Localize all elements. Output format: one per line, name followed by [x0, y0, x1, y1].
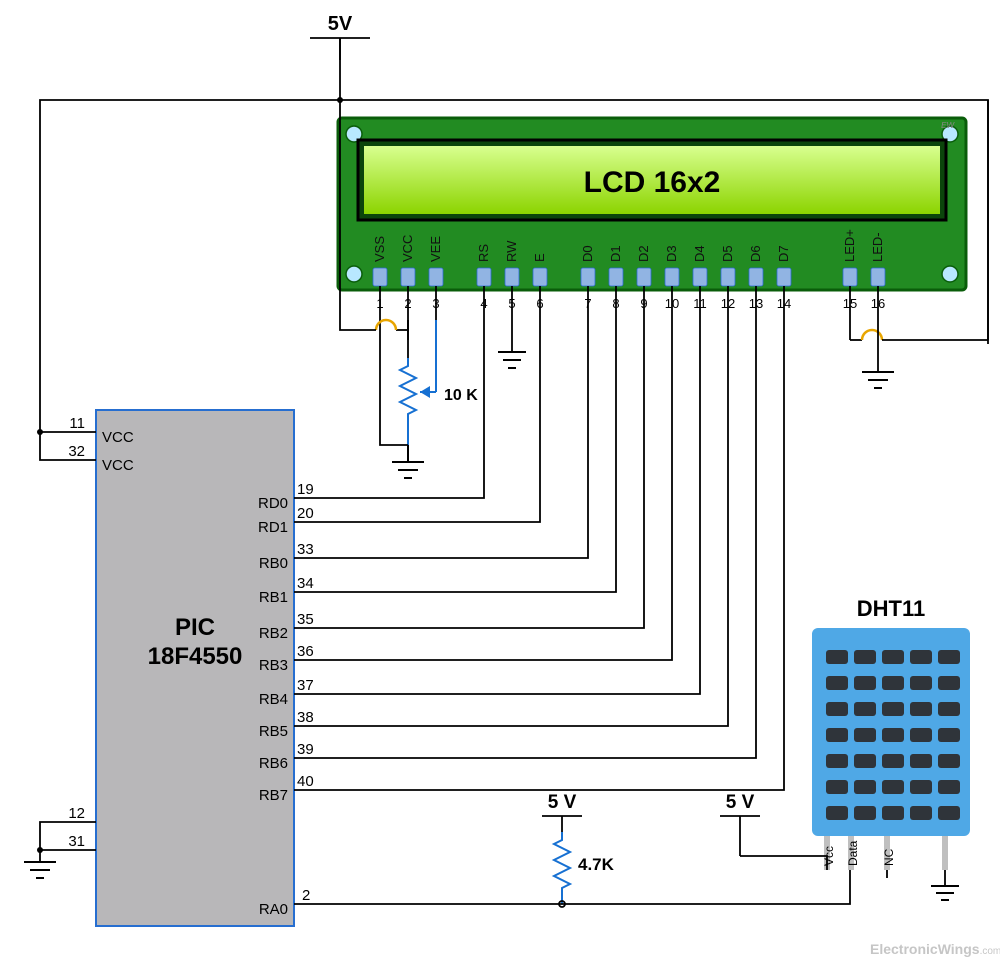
net-dht-data — [320, 870, 850, 907]
svg-text:RB3: RB3 — [259, 657, 288, 674]
svg-text:34: 34 — [297, 575, 314, 592]
svg-text:E: E — [532, 253, 547, 262]
lcd-module: LCD 16x2 EW — [338, 118, 966, 290]
svg-text:5V: 5V — [328, 13, 353, 35]
svg-text:D6: D6 — [748, 245, 763, 262]
svg-text:35: 35 — [297, 611, 314, 628]
svg-text:D5: D5 — [720, 245, 735, 262]
lcd-text: LCD 16x2 — [584, 166, 721, 199]
svg-text:RW: RW — [504, 240, 519, 262]
svg-text:VSS: VSS — [372, 236, 387, 262]
svg-text:NC: NC — [882, 848, 896, 866]
net-dht-vcc — [740, 856, 827, 870]
pin-num-11: 11 — [69, 415, 85, 432]
svg-text:RB5: RB5 — [259, 723, 288, 740]
svg-text:37: 37 — [297, 677, 314, 694]
data-bus — [320, 320, 784, 790]
svg-text:38: 38 — [297, 709, 314, 726]
supply-5v-mid: 5 V — [542, 792, 582, 832]
svg-text:D4: D4 — [692, 245, 707, 262]
svg-text:RB6: RB6 — [259, 755, 288, 772]
svg-text:Data: Data — [846, 840, 860, 866]
svg-text:RD0: RD0 — [258, 495, 288, 512]
mcu-label2: 18F4550 — [148, 643, 243, 670]
svg-text:4.7K: 4.7K — [578, 855, 615, 874]
gnd-lcd-vss — [392, 445, 424, 478]
svg-text:LED-: LED- — [870, 232, 885, 262]
svg-text:20: 20 — [297, 505, 314, 522]
svg-text:D3: D3 — [664, 245, 679, 262]
svg-text:RB4: RB4 — [259, 691, 288, 708]
svg-text:D2: D2 — [636, 245, 651, 262]
net-ledplus — [850, 320, 988, 340]
svg-text:RB2: RB2 — [259, 625, 288, 642]
pin-name-vcc-1: VCC — [102, 429, 134, 446]
svg-text:LED+: LED+ — [842, 229, 857, 262]
net-mcu-gnd — [24, 822, 60, 878]
svg-text:VEE: VEE — [428, 236, 443, 262]
svg-text:5 V: 5 V — [548, 792, 577, 813]
svg-text:36: 36 — [297, 643, 314, 660]
svg-text:RB1: RB1 — [259, 589, 288, 606]
mcu-label1: PIC — [175, 614, 215, 641]
svg-text:39: 39 — [297, 741, 314, 758]
svg-text:RA0: RA0 — [259, 901, 288, 918]
svg-text:EW: EW — [941, 121, 955, 130]
svg-text:2: 2 — [302, 887, 310, 904]
svg-text:40: 40 — [297, 773, 314, 790]
net-rw-gnd — [498, 320, 526, 368]
pin-name-vcc-2: VCC — [102, 457, 134, 474]
svg-text:RB0: RB0 — [259, 555, 288, 572]
watermark: ElectronicWings.com — [870, 941, 1000, 957]
svg-text:10 K: 10 K — [444, 387, 478, 404]
net-dht-gnd — [931, 870, 959, 900]
resistor-4.7k: 4.7K — [554, 832, 615, 904]
dht11: Vcc Data NC — [812, 628, 970, 870]
pin-num-32: 32 — [68, 443, 85, 460]
pin-num-31: 31 — [68, 833, 85, 850]
svg-text:33: 33 — [297, 541, 314, 558]
svg-text:RB7: RB7 — [259, 787, 288, 804]
svg-text:D0: D0 — [580, 245, 595, 262]
svg-text:D1: D1 — [608, 245, 623, 262]
pot-10k: 10 K — [400, 320, 478, 445]
dht-title: DHT11 — [857, 596, 925, 621]
svg-text:5 V: 5 V — [726, 792, 755, 813]
supply-5v-dht: 5 V — [720, 792, 760, 856]
circuit-diagram: PIC 18F4550 11 VCC 32 VCC 12 31 RD0 19 R… — [0, 0, 1000, 966]
svg-text:RS: RS — [476, 244, 491, 262]
svg-text:RD1: RD1 — [258, 519, 288, 536]
svg-text:D7: D7 — [776, 245, 791, 262]
lcd-vss-wire — [380, 320, 408, 445]
svg-text:19: 19 — [297, 481, 314, 498]
svg-text:VCC: VCC — [400, 235, 415, 262]
pin-num-12: 12 — [68, 805, 85, 822]
